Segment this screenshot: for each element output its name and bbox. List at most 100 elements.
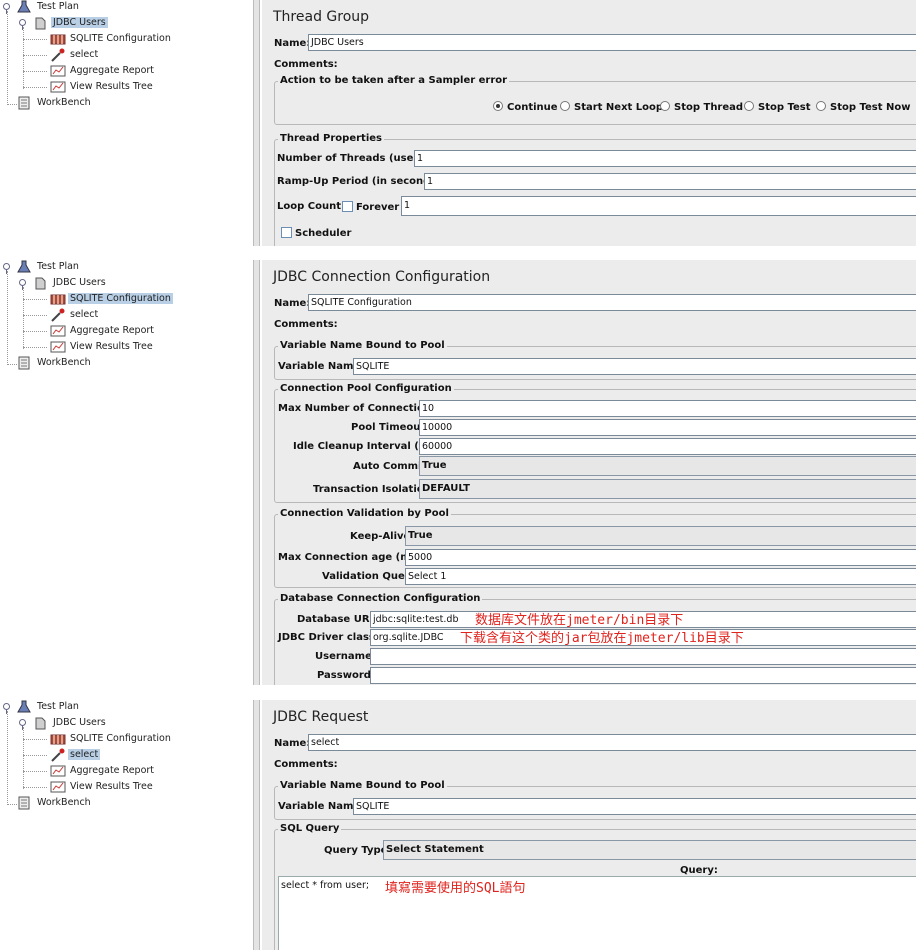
split-pane-divider[interactable] — [253, 0, 260, 246]
idle-cleanup-input[interactable]: 60000 — [419, 438, 916, 455]
workbench-icon — [17, 96, 33, 110]
test-plan-icon — [17, 0, 33, 14]
radio-start-next-loop[interactable]: Start Next Loop — [560, 101, 663, 113]
page-title: JDBC Request — [273, 709, 369, 725]
checkbox-icon — [342, 201, 353, 212]
forever-checkbox[interactable]: Forever — [342, 201, 399, 213]
sampler-pipette-icon — [50, 308, 66, 322]
tree-node-sqlite-config[interactable]: SQLITE Configuration — [50, 32, 173, 46]
jdbc-connection-config-panel: JDBC Connection Configuration Name: SQLI… — [262, 260, 916, 685]
tree-node-aggregate-report[interactable]: Aggregate Report — [50, 324, 156, 338]
tree-node-view-results-tree[interactable]: View Results Tree — [50, 780, 155, 794]
tree-node-select[interactable]: select — [50, 308, 100, 322]
thread-group-icon — [33, 716, 49, 730]
thread-group-icon — [33, 276, 49, 290]
tree-node-workbench[interactable]: WorkBench — [17, 96, 93, 110]
validation-query-input[interactable]: Select 1 — [405, 568, 916, 585]
sampler-pipette-icon — [50, 48, 66, 62]
config-element-icon — [50, 292, 66, 306]
rampup-input[interactable]: 1 — [424, 173, 916, 190]
tree-node-aggregate-report[interactable]: Aggregate Report — [50, 64, 156, 78]
query-textarea[interactable]: select * from user; — [278, 876, 916, 950]
split-pane-divider[interactable] — [253, 260, 260, 685]
listener-chart-icon — [50, 64, 66, 78]
annotation-driver: 下载含有这个类的jar包放在jmeter/lib目录下 — [460, 631, 744, 646]
test-plan-icon — [17, 700, 33, 714]
tree-node-view-results-tree[interactable]: View Results Tree — [50, 80, 155, 94]
radio-continue[interactable]: Continue — [493, 101, 558, 113]
auto-commit-select[interactable]: True — [419, 456, 916, 476]
annotation-db-url: 数据库文件放在jmeter/bin目录下 — [475, 613, 684, 628]
config-element-icon — [50, 32, 66, 46]
test-plan-tree: Test Plan JDBC Users SQLITE Configuratio… — [0, 700, 250, 950]
threads-input[interactable]: 1 — [414, 150, 916, 167]
query-type-select[interactable]: Select Statement — [383, 840, 916, 860]
listener-chart-icon — [50, 340, 66, 354]
expand-toggle[interactable] — [3, 703, 10, 714]
tree-node-jdbc-users[interactable]: JDBC Users — [33, 716, 108, 730]
radio-icon — [560, 101, 570, 111]
listener-chart-icon — [50, 780, 66, 794]
radio-stop-thread[interactable]: Stop Thread — [660, 101, 743, 113]
tree-node-workbench[interactable]: WorkBench — [17, 796, 93, 810]
jdbc-request-panel: JDBC Request Name: select Comments: Vari… — [262, 700, 916, 950]
name-field[interactable]: select — [308, 734, 916, 751]
tree-node-sqlite-config[interactable]: SQLITE Configuration — [50, 292, 173, 306]
loop-count-input[interactable]: 1 — [401, 196, 916, 216]
listener-chart-icon — [50, 764, 66, 778]
radio-icon — [660, 101, 670, 111]
workbench-icon — [17, 356, 33, 370]
tree-node-workbench[interactable]: WorkBench — [17, 356, 93, 370]
max-connections-input[interactable]: 10 — [419, 400, 916, 417]
radio-stop-test[interactable]: Stop Test — [744, 101, 811, 113]
thread-group-icon — [33, 16, 49, 30]
screenshot-jdbc-connection-config: Test Plan JDBC Users SQLITE Configuratio… — [0, 260, 916, 685]
tree-node-jdbc-users[interactable]: JDBC Users — [33, 16, 108, 30]
tree-node-select[interactable]: select — [50, 748, 101, 762]
tree-node-test-plan[interactable]: Test Plan — [17, 260, 81, 274]
tree-node-aggregate-report[interactable]: Aggregate Report — [50, 764, 156, 778]
annotation-sql: 填寫需要使用的SQL語句 — [385, 881, 526, 896]
radio-icon — [816, 101, 826, 111]
screenshot-thread-group: Test Plan JDBC Users SQLITE Configuratio… — [0, 0, 916, 246]
tree-node-jdbc-users[interactable]: JDBC Users — [33, 276, 108, 290]
radio-selected-icon — [493, 101, 503, 111]
tree-node-test-plan[interactable]: Test Plan — [17, 700, 81, 714]
username-input[interactable] — [370, 648, 916, 665]
workbench-icon — [17, 796, 33, 810]
variable-name-input[interactable]: SQLITE — [353, 358, 916, 375]
test-plan-tree: Test Plan JDBC Users SQLITE Configuratio… — [0, 260, 250, 685]
split-pane-divider[interactable] — [253, 700, 260, 950]
name-field[interactable]: SQLITE Configuration — [308, 294, 916, 311]
tree-node-view-results-tree[interactable]: View Results Tree — [50, 340, 155, 354]
keep-alive-select[interactable]: True — [405, 526, 916, 546]
page-title: JDBC Connection Configuration — [273, 269, 491, 285]
scheduler-checkbox[interactable]: Scheduler — [281, 227, 351, 239]
checkbox-icon — [281, 227, 292, 238]
screenshot-jdbc-request: Test Plan JDBC Users SQLITE Configuratio… — [0, 700, 916, 950]
expand-toggle[interactable] — [3, 263, 10, 274]
query-text: select * from user; — [281, 880, 370, 891]
tree-node-sqlite-config[interactable]: SQLITE Configuration — [50, 732, 173, 746]
page-title: Thread Group — [273, 9, 370, 25]
radio-stop-test-now[interactable]: Stop Test Now — [816, 101, 910, 113]
tree-node-select[interactable]: select — [50, 48, 100, 62]
test-plan-icon — [17, 260, 33, 274]
variable-name-input[interactable]: SQLITE — [353, 798, 916, 815]
expand-toggle[interactable] — [19, 719, 26, 730]
test-plan-tree: Test Plan JDBC Users SQLITE Configuratio… — [0, 0, 250, 246]
password-input[interactable] — [370, 667, 916, 684]
tree-node-test-plan[interactable]: Test Plan — [17, 0, 81, 14]
expand-toggle[interactable] — [19, 279, 26, 290]
config-element-icon — [50, 732, 66, 746]
radio-icon — [744, 101, 754, 111]
max-connection-age-input[interactable]: 5000 — [405, 549, 916, 566]
listener-chart-icon — [50, 324, 66, 338]
thread-group-panel: Thread Group Name: JDBC Users Comments: … — [262, 0, 916, 246]
name-field[interactable]: JDBC Users — [308, 34, 916, 51]
pool-timeout-input[interactable]: 10000 — [419, 419, 916, 436]
expand-toggle[interactable] — [3, 3, 10, 14]
transaction-isolation-select[interactable]: DEFAULT — [419, 479, 916, 499]
expand-toggle[interactable] — [19, 19, 26, 30]
listener-chart-icon — [50, 80, 66, 94]
